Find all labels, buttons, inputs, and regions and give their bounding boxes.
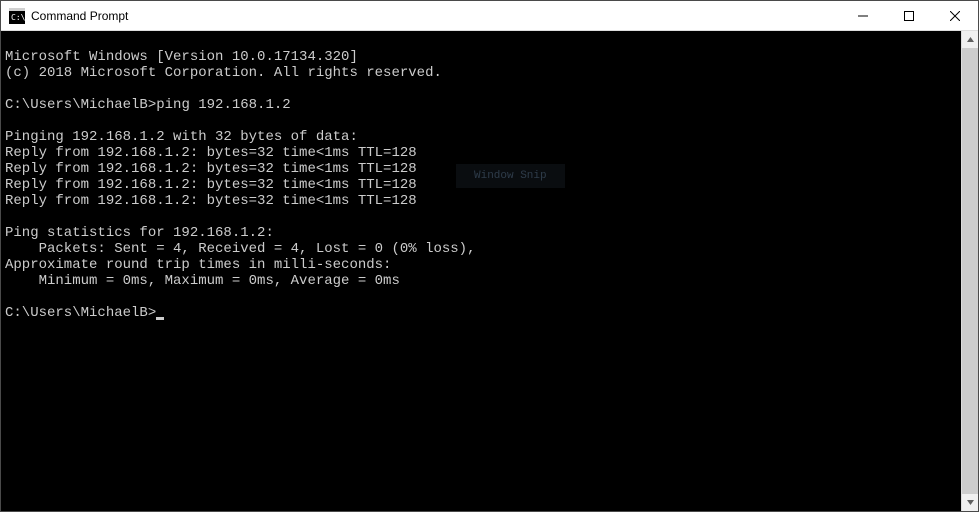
scroll-down-button[interactable] [962,494,978,511]
window-title: Command Prompt [31,9,840,23]
terminal-wrapper: Microsoft Windows [Version 10.0.17134.32… [1,31,978,511]
chevron-down-icon [967,499,974,506]
terminal-line: Minimum = 0ms, Maximum = 0ms, Average = … [5,273,400,289]
window-controls [840,1,978,30]
terminal-line: Packets: Sent = 4, Received = 4, Lost = … [5,241,475,257]
maximize-icon [904,11,914,21]
scroll-up-button[interactable] [962,31,978,48]
terminal-line: Reply from 192.168.1.2: bytes=32 time<1m… [5,177,417,193]
prompt-command: ping 192.168.1.2 [156,97,290,113]
scroll-thumb[interactable] [962,48,978,494]
terminal-line: Reply from 192.168.1.2: bytes=32 time<1m… [5,161,417,177]
terminal-line: Microsoft Windows [Version 10.0.17134.32… [5,49,358,65]
terminal-line: Ping statistics for 192.168.1.2: [5,225,274,241]
window-snip-overlay: Window Snip [456,164,565,188]
scroll-track[interactable] [962,48,978,494]
minimize-icon [858,11,868,21]
terminal-line: Reply from 192.168.1.2: bytes=32 time<1m… [5,193,417,209]
titlebar[interactable]: C:\ Command Prompt [1,1,978,31]
prompt-path: C:\Users\MichaelB> [5,97,156,113]
terminal-line: Approximate round trip times in milli-se… [5,257,391,273]
minimize-button[interactable] [840,1,886,30]
cursor [156,317,164,320]
command-prompt-window: C:\ Command Prompt Microsoft Windows [Ve… [0,0,979,512]
terminal-line: Reply from 192.168.1.2: bytes=32 time<1m… [5,145,417,161]
close-icon [950,11,960,21]
terminal-line: Pinging 192.168.1.2 with 32 bytes of dat… [5,129,358,145]
chevron-up-icon [967,36,974,43]
svg-text:C:\: C:\ [11,13,25,22]
close-button[interactable] [932,1,978,30]
vertical-scrollbar[interactable] [961,31,978,511]
prompt-path: C:\Users\MichaelB> [5,305,156,321]
maximize-button[interactable] [886,1,932,30]
app-icon: C:\ [9,8,25,24]
terminal-output[interactable]: Microsoft Windows [Version 10.0.17134.32… [1,31,961,511]
terminal-line: (c) 2018 Microsoft Corporation. All righ… [5,65,442,81]
